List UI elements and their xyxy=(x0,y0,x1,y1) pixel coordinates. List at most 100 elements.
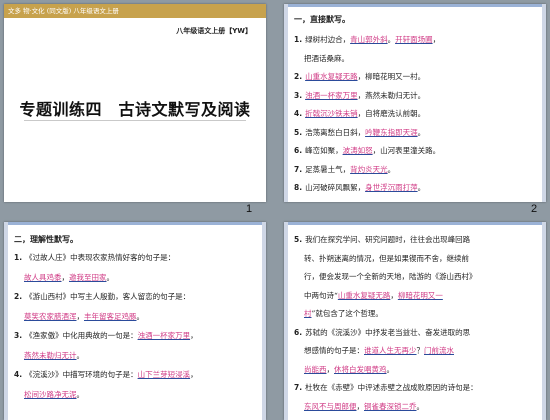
question-text: 。 xyxy=(136,311,145,321)
text-line: 6. 苏轼的《浣溪沙》中抒发老当益壮、奋发进取的思 xyxy=(294,327,536,338)
slide-top-edge xyxy=(284,222,546,225)
text-line: 燕然未勒归无计。 xyxy=(24,350,256,361)
answer-text: 柳暗花明又一 xyxy=(397,290,443,300)
question-text: 《渔家傲》中化用典故的一句是： xyxy=(25,331,138,340)
answer-text: 山重水复疑无路 xyxy=(305,72,358,81)
item-number: 6. xyxy=(294,146,303,155)
item-number: 1. xyxy=(14,253,23,262)
text-line: 7. 杜牧在《赤壁》中评述赤壁之战成败原因的诗句是： xyxy=(294,382,536,393)
section-heading: 二，理解性默写。 xyxy=(14,235,78,244)
text-line: 1. 《过故人庄》中表现农家热情好客的句子是： xyxy=(14,252,256,263)
answer-text: 谁道人生无再少 xyxy=(364,346,417,355)
question-text: ， xyxy=(190,370,198,379)
text-line: 5. 我们在探究学问、研究问题时，往往会出现峰回路 xyxy=(294,234,536,245)
text-line: 2. 山重水复疑无路，柳暗花明又一村。 xyxy=(294,71,536,82)
answer-text: 折戟沉沙铁未销 xyxy=(305,109,358,118)
question-text: 绿树村边合， xyxy=(305,35,351,44)
answer-text: 邀我至田家 xyxy=(69,272,107,282)
question-text: 《游山西村》中写主人殷勤，客人留恋的句子是： xyxy=(25,292,191,301)
item-number: 2. xyxy=(14,292,23,301)
question-text: ”就包含了这个哲理。 xyxy=(311,309,383,318)
question-text: 苏轼的《浣溪沙》中抒发老当益壮、奋发进取的思 xyxy=(305,327,471,337)
slide-right-edge xyxy=(262,222,266,420)
slide-banner: 文多 物·文化 (同文版) 八年级语文上册 xyxy=(4,4,266,18)
text-line: 松间沙路净无泥。 xyxy=(24,389,256,400)
slide-number-2: 2 xyxy=(531,203,538,215)
banner-text: 文多 物·文化 (同文版) 八年级语文上册 xyxy=(8,7,119,15)
text-line: 1. 绿树村边合，青山郭外斜。开轩面场圃， xyxy=(294,34,536,45)
question-text: ，燕然未勒归无计。 xyxy=(357,90,426,100)
question-text: 行，便会发现一个全新的天地，陆游的《游山西村》 xyxy=(304,272,477,281)
question-text: 《浣溪沙》中描写环境的句子是： xyxy=(25,370,138,379)
text-line: 8. 山河破碎风飘絮，身世浮沉雨打萍。 xyxy=(294,182,536,193)
item-number: 7. xyxy=(294,383,303,392)
text-line: 把酒话桑麻。 xyxy=(304,53,536,64)
slide-3-thumbnail[interactable]: 二，理解性默写。 1. 《过故人庄》中表现农家热情好客的句子是： 故人具鸡黍，邀我至… xyxy=(4,222,266,420)
question-text: 。 xyxy=(417,127,426,137)
item-number: 1. xyxy=(294,35,303,44)
slide-number-1: 1 xyxy=(246,203,253,215)
answer-text: 开轩面场圃 xyxy=(395,35,433,44)
question-text: 浩荡离愁白日斜， xyxy=(305,127,366,137)
question-text: 。 xyxy=(76,350,85,360)
question-text: 把酒话桑麻。 xyxy=(304,53,349,63)
answer-text: 丰年留客足鸡豚 xyxy=(84,311,137,321)
question-text: 。 xyxy=(387,164,396,174)
punctuation: ， xyxy=(390,290,398,300)
question-text: 。 xyxy=(76,389,85,399)
answer-text: 休将白发唱黄鸡 xyxy=(334,364,387,374)
question-text: 转、扑朔迷离的情况，但是如果锲而不舍，继续前 xyxy=(304,253,469,263)
text-line: 3. 《渔家傲》中化用典故的一句是：浊酒一杯家万里， xyxy=(14,330,256,341)
slide-top-edge xyxy=(284,4,546,7)
question-text: ， xyxy=(190,331,198,340)
question-text: 峰峦如聚， xyxy=(305,146,343,155)
question-text: ，山河表里潼关路。 xyxy=(372,146,441,155)
slide-2-thumbnail[interactable]: 一，直接默写。 1. 绿树村边合，青山郭外斜。开轩面场圃， 把酒话桑麻。 2. 山重水复… xyxy=(284,4,546,202)
item-number: 3. xyxy=(14,331,23,340)
slide-right-edge xyxy=(542,222,546,420)
slide-title: 专题训练四 古诗文默写及阅读 xyxy=(19,100,251,119)
question-text: 。 xyxy=(386,364,395,374)
question-text: 杜牧在《赤壁》中评述赤壁之战成败原因的诗句是： xyxy=(305,383,478,392)
answer-text: 故人具鸡黍 xyxy=(24,272,62,282)
text-line: 尚能西，休将白发唱黄鸡。 xyxy=(304,364,536,375)
punctuation: ， xyxy=(326,364,335,374)
slide-1-thumbnail[interactable]: 文多 物·文化 (同文版) 八年级语文上册 八年级语文上册【YW】 专题训练四 … xyxy=(4,4,266,202)
text-line: 5. 浩荡离愁白日斜，吟鞭东指即天涯。 xyxy=(294,127,536,138)
answer-text: 燕然未勒归无计 xyxy=(24,350,77,360)
punctuation: 。 xyxy=(387,35,396,44)
question-text: 想感情的句子是： xyxy=(304,346,364,355)
question-text: 山河破碎风飘絮， xyxy=(305,183,366,192)
item-number: 5. xyxy=(294,235,303,244)
text-line: 东风不与周郎便，铜雀春深锁二乔。 xyxy=(304,401,536,412)
slide-left-edge xyxy=(284,222,288,420)
text-line: 4. 《浣溪沙》中描写环境的句子是：山下兰芽短浸溪， xyxy=(14,369,256,380)
punctuation: ， xyxy=(76,311,85,321)
item-number: 4. xyxy=(14,370,23,379)
slide-left-edge xyxy=(284,4,288,202)
grade-label: 八年级语文上册【YW】 xyxy=(176,27,252,35)
text-line: 6. 峰峦如聚，波涛如怒，山河表里潼关路。 xyxy=(294,145,536,156)
question-text: 。 xyxy=(416,401,425,411)
item-number: 8. xyxy=(294,183,303,192)
answer-text: 青山郭外斜 xyxy=(350,35,388,44)
question-text: ，柳暗花明又一村。 xyxy=(357,72,426,81)
item-number: 7. xyxy=(294,164,303,174)
question-text: 《过故人庄》中表现农家热情好客的句子是： xyxy=(25,253,176,262)
item-number: 6. xyxy=(294,327,303,337)
answer-text: 吟鞭东指即天涯 xyxy=(365,127,418,137)
slide-left-edge xyxy=(4,222,8,420)
punctuation: ， xyxy=(61,272,70,282)
answer-text: 门前流水 xyxy=(424,346,454,355)
question-text: ， xyxy=(432,35,441,44)
item-number: 3. xyxy=(294,90,303,100)
answer-text: 山下兰芽短浸溪 xyxy=(137,370,191,379)
punctuation: ， xyxy=(356,401,365,411)
item-number: 4. xyxy=(294,109,303,118)
answer-text: 村 xyxy=(304,309,312,318)
answer-text: 背灼炎天光 xyxy=(350,164,388,174)
text-line: 4. 折戟沉沙铁未销，自将磨洗认前朝。 xyxy=(294,108,536,119)
section-heading: 一，直接默写。 xyxy=(294,15,350,24)
answer-text: 莫笑农家腊酒浑 xyxy=(24,311,77,321)
slide-4-thumbnail[interactable]: 5. 我们在探究学问、研究问题时，往往会出现峰回路转、扑朔迷离的情况，但是如果锲而… xyxy=(284,222,546,420)
